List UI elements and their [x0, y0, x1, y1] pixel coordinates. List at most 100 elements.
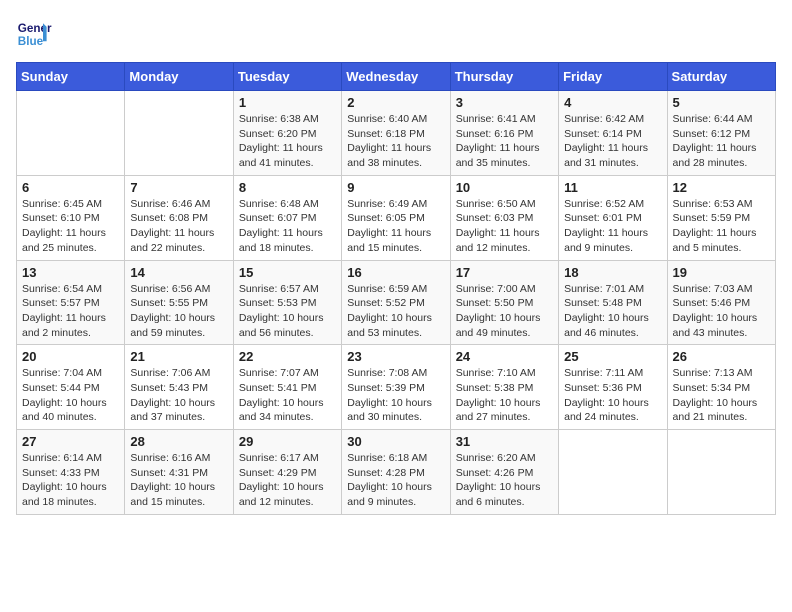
calendar-cell: 26Sunrise: 7:13 AM Sunset: 5:34 PM Dayli… — [667, 345, 775, 430]
day-number: 21 — [130, 349, 227, 364]
day-number: 14 — [130, 265, 227, 280]
day-number: 6 — [22, 180, 119, 195]
cell-content: Sunrise: 6:42 AM Sunset: 6:14 PM Dayligh… — [564, 112, 661, 171]
cell-content: Sunrise: 6:56 AM Sunset: 5:55 PM Dayligh… — [130, 282, 227, 341]
calendar-cell: 16 Sunrise: 6:59 AM Sunset: 5:52 PM Dayli… — [342, 260, 450, 345]
cell-content: Sunrise: 6:38 AM Sunset: 6:20 PM Dayligh… — [239, 112, 336, 171]
weekday-header-saturday: Saturday — [667, 63, 775, 91]
cell-content: Sunrise: 6:41 AM Sunset: 6:16 PM Dayligh… — [456, 112, 553, 171]
calendar-week-row: 6Sunrise: 6:45 AM Sunset: 6:10 PM Daylig… — [17, 175, 776, 260]
cell-content: Sunrise: 7:03 AM Sunset: 5:46 PM Dayligh… — [673, 282, 770, 341]
cell-content: Sunrise: 6:16 AM Sunset: 4:31 PM Dayligh… — [130, 451, 227, 510]
calendar-week-row: 1 Sunrise: 6:38 AM Sunset: 6:20 PM Daylig… — [17, 91, 776, 176]
cell-content: Sunrise: 6:20 AM Sunset: 4:26 PM Dayligh… — [456, 451, 553, 510]
calendar-cell: 25 Sunrise: 7:11 AM Sunset: 5:36 PM Dayli… — [559, 345, 667, 430]
weekday-header-thursday: Thursday — [450, 63, 558, 91]
day-number: 23 — [347, 349, 444, 364]
day-number: 18 — [564, 265, 661, 280]
cell-content: Sunrise: 6:46 AM Sunset: 6:08 PM Dayligh… — [130, 197, 227, 256]
calendar-cell: 6Sunrise: 6:45 AM Sunset: 6:10 PM Daylig… — [17, 175, 125, 260]
day-number: 19 — [673, 265, 770, 280]
calendar-cell: 10 Sunrise: 6:50 AM Sunset: 6:03 PM Dayli… — [450, 175, 558, 260]
day-number: 30 — [347, 434, 444, 449]
cell-content: Sunrise: 7:10 AM Sunset: 5:38 PM Dayligh… — [456, 366, 553, 425]
day-number: 7 — [130, 180, 227, 195]
cell-content: Sunrise: 6:53 AM Sunset: 5:59 PM Dayligh… — [673, 197, 770, 256]
day-number: 17 — [456, 265, 553, 280]
day-number: 28 — [130, 434, 227, 449]
calendar-cell: 27 Sunrise: 6:14 AM Sunset: 4:33 PM Dayli… — [17, 430, 125, 515]
day-number: 22 — [239, 349, 336, 364]
cell-content: Sunrise: 6:18 AM Sunset: 4:28 PM Dayligh… — [347, 451, 444, 510]
cell-content: Sunrise: 6:14 AM Sunset: 4:33 PM Dayligh… — [22, 451, 119, 510]
calendar-cell: 13 Sunrise: 6:54 AM Sunset: 5:57 PM Dayli… — [17, 260, 125, 345]
calendar-cell: 15Sunrise: 6:57 AM Sunset: 5:53 PM Dayli… — [233, 260, 341, 345]
cell-content: Sunrise: 6:44 AM Sunset: 6:12 PM Dayligh… — [673, 112, 770, 171]
cell-content: Sunrise: 6:49 AM Sunset: 6:05 PM Dayligh… — [347, 197, 444, 256]
cell-content: Sunrise: 7:01 AM Sunset: 5:48 PM Dayligh… — [564, 282, 661, 341]
day-number: 4 — [564, 95, 661, 110]
calendar-week-row: 20 Sunrise: 7:04 AM Sunset: 5:44 PM Dayli… — [17, 345, 776, 430]
day-number: 3 — [456, 95, 553, 110]
svg-text:Blue: Blue — [18, 35, 44, 48]
cell-content: Sunrise: 6:59 AM Sunset: 5:52 PM Dayligh… — [347, 282, 444, 341]
cell-content: Sunrise: 6:54 AM Sunset: 5:57 PM Dayligh… — [22, 282, 119, 341]
cell-content: Sunrise: 6:52 AM Sunset: 6:01 PM Dayligh… — [564, 197, 661, 256]
calendar-cell — [125, 91, 233, 176]
day-number: 5 — [673, 95, 770, 110]
day-number: 27 — [22, 434, 119, 449]
calendar-table: SundayMondayTuesdayWednesdayThursdayFrid… — [16, 62, 776, 515]
cell-content: Sunrise: 7:08 AM Sunset: 5:39 PM Dayligh… — [347, 366, 444, 425]
day-number: 20 — [22, 349, 119, 364]
weekday-header-tuesday: Tuesday — [233, 63, 341, 91]
calendar-cell — [559, 430, 667, 515]
logo-icon: General Blue — [16, 16, 52, 52]
day-number: 11 — [564, 180, 661, 195]
calendar-cell: 17 Sunrise: 7:00 AM Sunset: 5:50 PM Dayli… — [450, 260, 558, 345]
calendar-cell: 18 Sunrise: 7:01 AM Sunset: 5:48 PM Dayli… — [559, 260, 667, 345]
weekday-header-sunday: Sunday — [17, 63, 125, 91]
calendar-cell: 5 Sunrise: 6:44 AM Sunset: 6:12 PM Daylig… — [667, 91, 775, 176]
cell-content: Sunrise: 7:07 AM Sunset: 5:41 PM Dayligh… — [239, 366, 336, 425]
calendar-cell: 7 Sunrise: 6:46 AM Sunset: 6:08 PM Daylig… — [125, 175, 233, 260]
svg-text:General: General — [18, 22, 52, 35]
calendar-cell: 11 Sunrise: 6:52 AM Sunset: 6:01 PM Dayli… — [559, 175, 667, 260]
day-number: 10 — [456, 180, 553, 195]
cell-content: Sunrise: 7:13 AM Sunset: 5:34 PM Dayligh… — [673, 366, 770, 425]
calendar-cell: 29Sunrise: 6:17 AM Sunset: 4:29 PM Dayli… — [233, 430, 341, 515]
calendar-cell: 1 Sunrise: 6:38 AM Sunset: 6:20 PM Daylig… — [233, 91, 341, 176]
calendar-cell — [17, 91, 125, 176]
logo: General Blue — [16, 16, 52, 52]
day-number: 24 — [456, 349, 553, 364]
calendar-cell: 20 Sunrise: 7:04 AM Sunset: 5:44 PM Dayli… — [17, 345, 125, 430]
weekday-header-row: SundayMondayTuesdayWednesdayThursdayFrid… — [17, 63, 776, 91]
calendar-cell: 31 Sunrise: 6:20 AM Sunset: 4:26 PM Dayli… — [450, 430, 558, 515]
calendar-cell: 22 Sunrise: 7:07 AM Sunset: 5:41 PM Dayli… — [233, 345, 341, 430]
calendar-cell: 30 Sunrise: 6:18 AM Sunset: 4:28 PM Dayli… — [342, 430, 450, 515]
day-number: 2 — [347, 95, 444, 110]
day-number: 1 — [239, 95, 336, 110]
day-number: 9 — [347, 180, 444, 195]
calendar-week-row: 13 Sunrise: 6:54 AM Sunset: 5:57 PM Dayli… — [17, 260, 776, 345]
calendar-cell: 9 Sunrise: 6:49 AM Sunset: 6:05 PM Daylig… — [342, 175, 450, 260]
calendar-week-row: 27 Sunrise: 6:14 AM Sunset: 4:33 PM Dayli… — [17, 430, 776, 515]
calendar-cell: 21Sunrise: 7:06 AM Sunset: 5:43 PM Dayli… — [125, 345, 233, 430]
calendar-cell: 4 Sunrise: 6:42 AM Sunset: 6:14 PM Daylig… — [559, 91, 667, 176]
calendar-cell: 3 Sunrise: 6:41 AM Sunset: 6:16 PM Daylig… — [450, 91, 558, 176]
cell-content: Sunrise: 6:50 AM Sunset: 6:03 PM Dayligh… — [456, 197, 553, 256]
cell-content: Sunrise: 7:00 AM Sunset: 5:50 PM Dayligh… — [456, 282, 553, 341]
cell-content: Sunrise: 6:40 AM Sunset: 6:18 PM Dayligh… — [347, 112, 444, 171]
day-number: 29 — [239, 434, 336, 449]
calendar-cell: 2 Sunrise: 6:40 AM Sunset: 6:18 PM Daylig… — [342, 91, 450, 176]
day-number: 13 — [22, 265, 119, 280]
day-number: 31 — [456, 434, 553, 449]
calendar-cell: 23 Sunrise: 7:08 AM Sunset: 5:39 PM Dayli… — [342, 345, 450, 430]
cell-content: Sunrise: 7:04 AM Sunset: 5:44 PM Dayligh… — [22, 366, 119, 425]
day-number: 25 — [564, 349, 661, 364]
calendar-cell: 12Sunrise: 6:53 AM Sunset: 5:59 PM Dayli… — [667, 175, 775, 260]
weekday-header-friday: Friday — [559, 63, 667, 91]
calendar-cell: 14 Sunrise: 6:56 AM Sunset: 5:55 PM Dayli… — [125, 260, 233, 345]
day-number: 16 — [347, 265, 444, 280]
day-number: 8 — [239, 180, 336, 195]
cell-content: Sunrise: 7:11 AM Sunset: 5:36 PM Dayligh… — [564, 366, 661, 425]
